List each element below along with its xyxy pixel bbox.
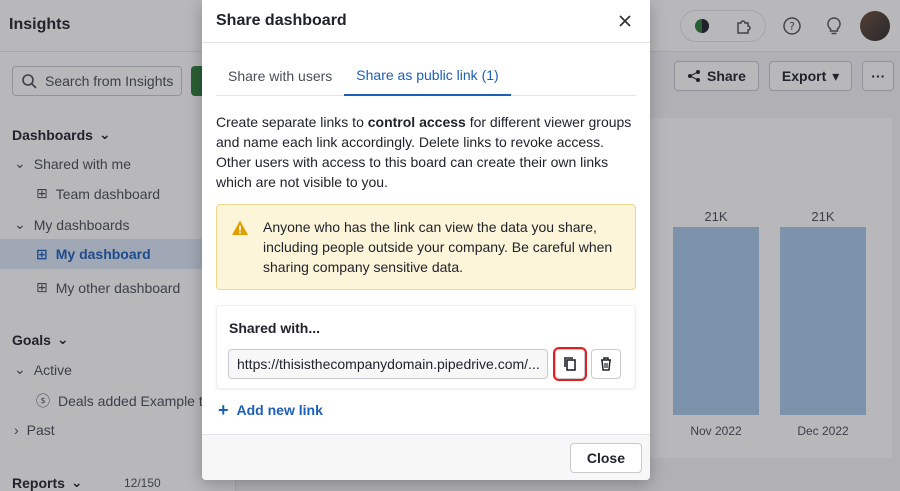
modal-footer: Close [202,434,650,480]
public-link-field[interactable]: https://thisisthecompanydomain.pipedrive… [228,349,548,379]
shared-with-title: Shared with... [229,320,321,336]
plus-icon: + [218,400,229,420]
copy-link-button[interactable] [553,347,587,381]
add-new-link-button[interactable]: + Add new link [218,400,323,420]
delete-link-button[interactable] [591,349,621,379]
tab-share-as-public-link[interactable]: Share as public link (1) [344,56,511,96]
warning-text: Anyone who has the link can view the dat… [263,219,613,275]
tab-share-with-users[interactable]: Share with users [216,56,344,96]
share-tabs: Share with users Share as public link (1… [216,56,636,96]
close-button[interactable]: Close [569,443,642,473]
warning-icon [232,220,248,235]
shared-with-card: Shared with... https://thisisthecompanyd… [216,305,636,389]
modal-header: Share dashboard [202,0,650,43]
warning-banner: Anyone who has the link can view the dat… [216,204,636,290]
trash-icon [601,357,611,371]
share-description: Create separate links to control access … [216,114,632,190]
share-dashboard-modal: Share dashboard Share with users Share a… [202,0,650,480]
close-icon [619,15,631,27]
close-modal-button[interactable] [614,10,636,32]
modal-title: Share dashboard [216,12,347,29]
copy-icon [564,357,576,371]
